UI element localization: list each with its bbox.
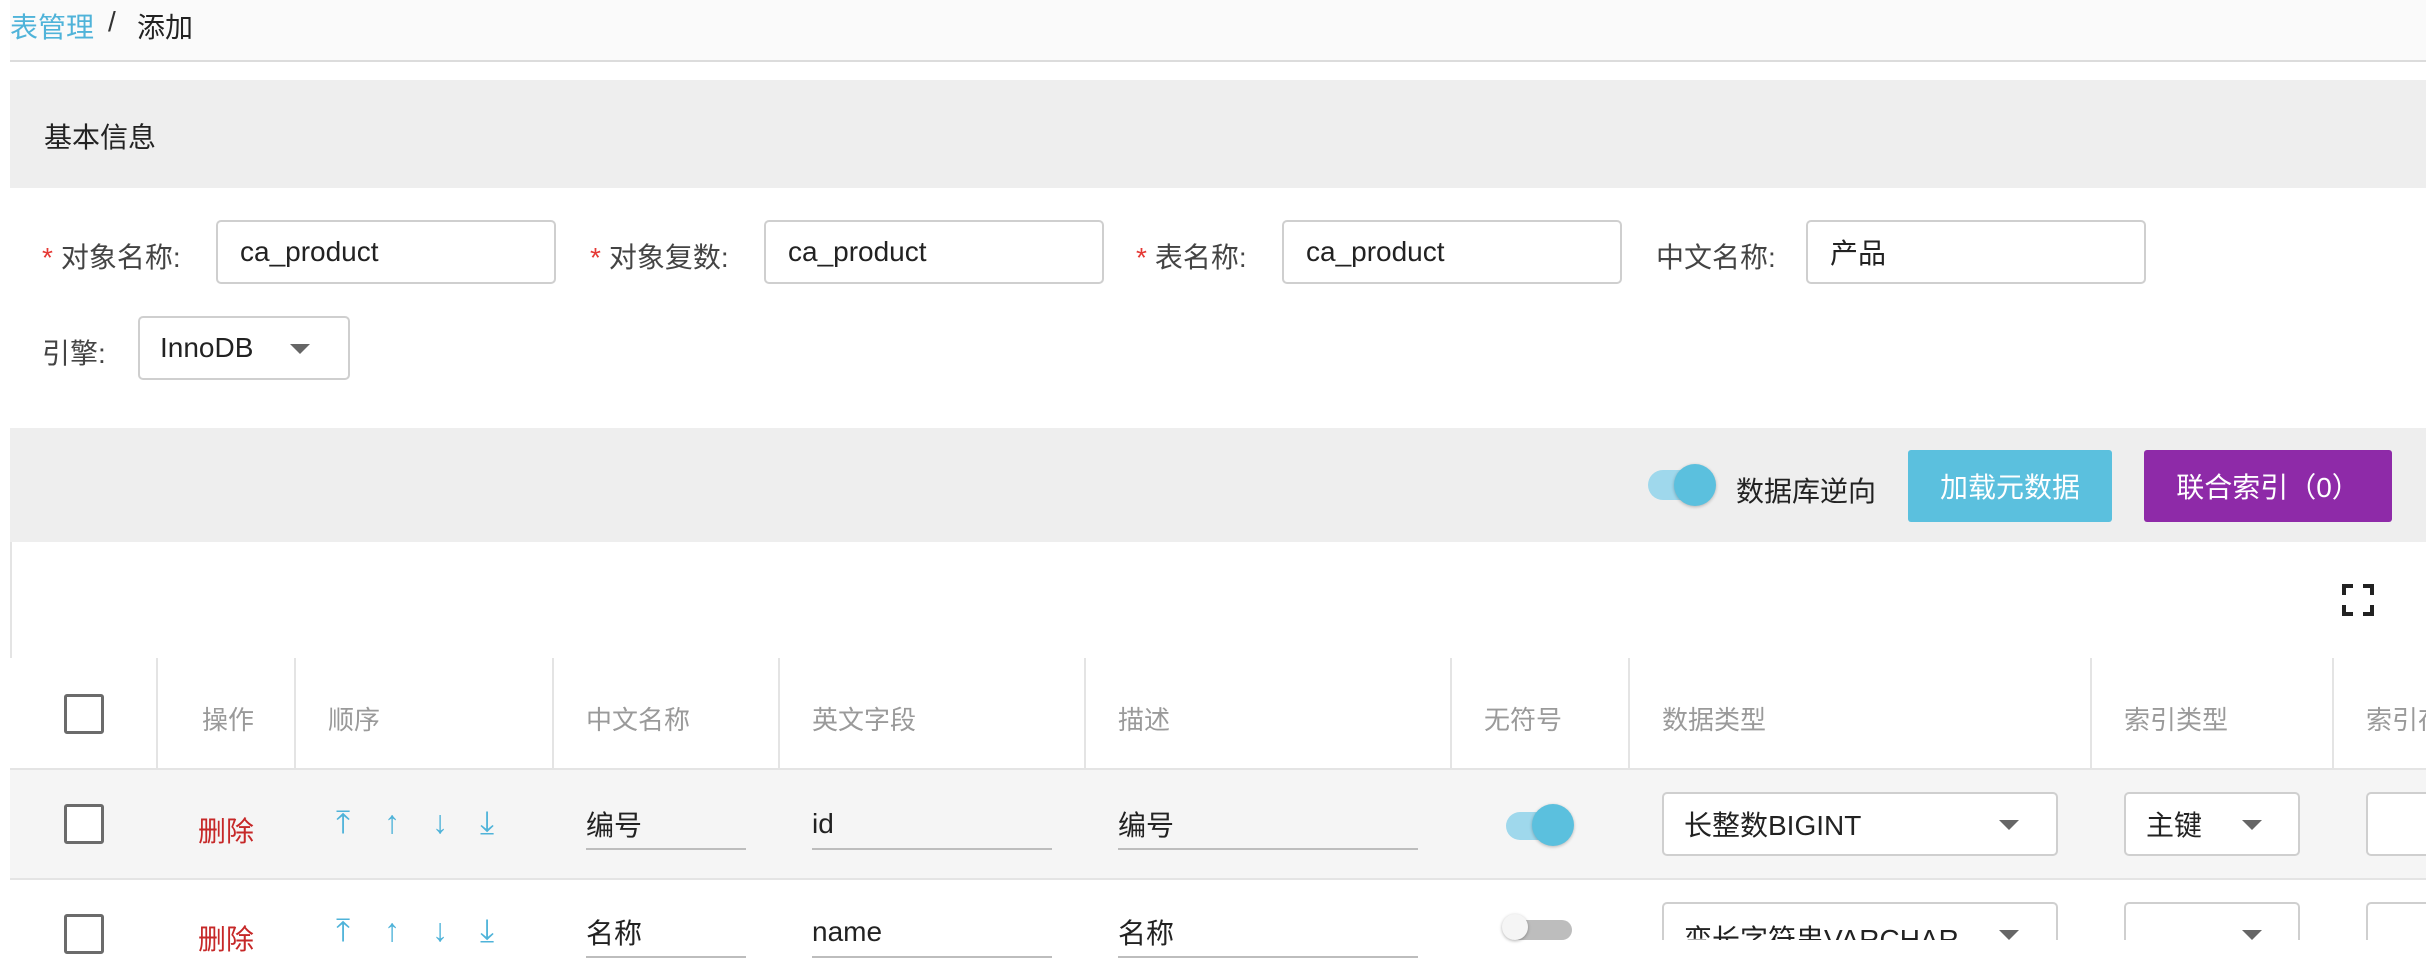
index-storage-select[interactable] [2366, 792, 2426, 856]
table-top-bar [10, 542, 2426, 660]
row-checkbox[interactable] [64, 914, 104, 954]
delete-row-link[interactable]: 删除 [198, 918, 254, 958]
select-all-checkbox[interactable] [64, 694, 104, 734]
toggle-knob [1532, 804, 1574, 846]
union-index-button[interactable]: 联合索引（0） [2144, 450, 2392, 522]
column-header-action: 操作 [202, 705, 255, 735]
move-down-icon[interactable]: ↓ [432, 804, 448, 841]
move-top-icon[interactable]: ⤒ [336, 804, 350, 842]
move-down-icon[interactable]: ↓ [432, 912, 448, 949]
toggle-knob [1502, 914, 1528, 940]
english-field-cell-input[interactable] [812, 800, 1052, 850]
table-name-label: * 表名称: [1136, 242, 1247, 273]
chevron-down-icon [1999, 820, 2019, 830]
breadcrumb-link-table-management[interactable]: 表管理 [10, 6, 94, 46]
move-up-icon[interactable]: ↑ [384, 912, 400, 949]
chevron-down-icon [2242, 930, 2262, 940]
delete-row-link[interactable]: 删除 [198, 810, 254, 850]
breadcrumb [10, 0, 2426, 62]
index-type-select[interactable] [2124, 902, 2300, 940]
column-header-index-storage: 索引存 [2366, 705, 2426, 735]
engine-select[interactable]: InnoDB [138, 316, 350, 380]
column-header-unsigned: 无符号 [1484, 705, 1563, 735]
chevron-down-icon [1999, 930, 2019, 940]
toggle-knob [1674, 464, 1716, 506]
move-top-icon[interactable]: ⤒ [336, 912, 350, 950]
chevron-down-icon [290, 344, 310, 354]
db-reverse-label: 数据库逆向 [1736, 476, 1877, 507]
move-up-icon[interactable]: ↑ [384, 804, 400, 841]
description-cell-input[interactable] [1118, 908, 1418, 958]
chinese-name-input[interactable] [1806, 220, 2146, 284]
breadcrumb-current: 添加 [137, 12, 194, 43]
row-checkbox[interactable] [64, 804, 104, 844]
chevron-down-icon [2242, 820, 2262, 830]
breadcrumb-separator: / [108, 6, 116, 37]
chinese-name-label: 中文名称: [1656, 242, 1776, 273]
fullscreen-icon[interactable] [2342, 584, 2374, 616]
load-metadata-button[interactable]: 加载元数据 [1908, 450, 2112, 522]
object-name-label: * 对象名称: [42, 242, 181, 273]
object-plural-label: * 对象复数: [590, 242, 729, 273]
basic-info-title: 基本信息 [44, 122, 157, 153]
column-header-description: 描述 [1118, 705, 1171, 735]
object-plural-input[interactable] [764, 220, 1104, 284]
chinese-name-cell-input[interactable] [586, 800, 746, 850]
english-field-cell-input[interactable] [812, 908, 1052, 958]
column-header-chinese-name: 中文名称 [586, 705, 691, 735]
data-type-value: 变长字符串VARCHAR [1684, 924, 1959, 940]
description-cell-input[interactable] [1118, 800, 1418, 850]
column-header-data-type: 数据类型 [1662, 705, 1767, 735]
column-header-english-field: 英文字段 [812, 705, 917, 735]
object-name-input[interactable] [216, 220, 556, 284]
index-type-value: 主键 [2146, 810, 2203, 841]
column-header-index-type: 索引类型 [2124, 705, 2229, 735]
column-header-order: 顺序 [328, 705, 381, 735]
move-bottom-icon[interactable]: ⤓ [480, 912, 494, 950]
data-type-value: 长整数BIGINT [1684, 810, 1862, 841]
index-storage-select[interactable] [2366, 902, 2426, 940]
move-bottom-icon[interactable]: ⤓ [480, 804, 494, 842]
engine-label: 引擎: [42, 338, 106, 369]
table-name-input[interactable] [1282, 220, 1622, 284]
chinese-name-cell-input[interactable] [586, 908, 746, 958]
engine-value: InnoDB [160, 332, 254, 363]
index-type-select[interactable]: 主键 [2124, 792, 2300, 856]
basic-info-header [10, 80, 2426, 188]
